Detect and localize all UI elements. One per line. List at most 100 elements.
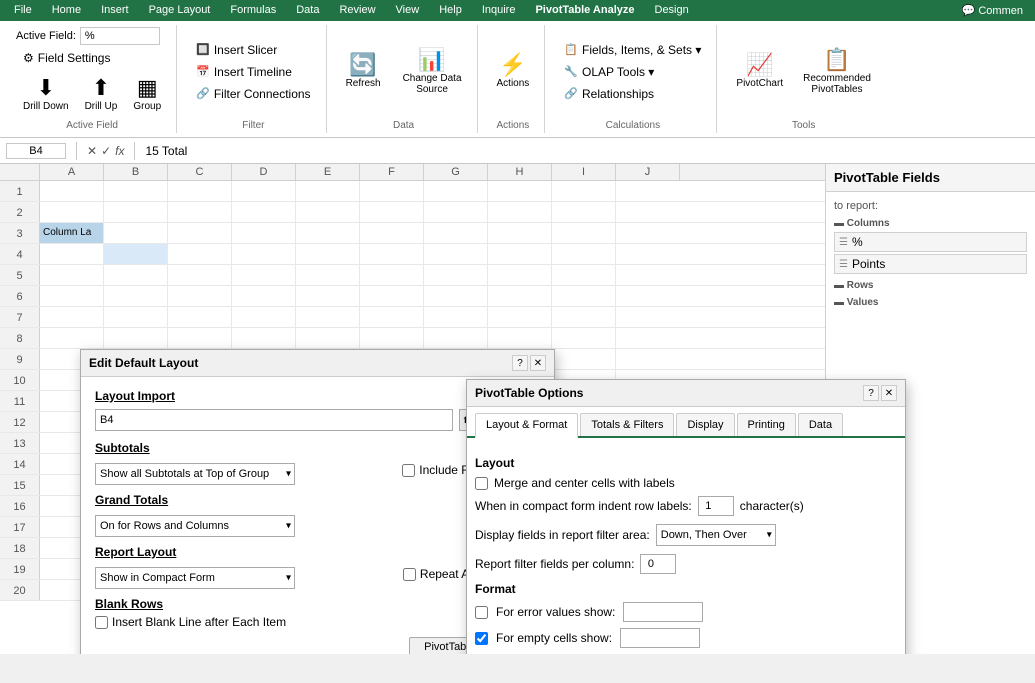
cell-f4[interactable]: [360, 244, 424, 264]
tab-page-layout[interactable]: Page Layout: [139, 0, 221, 21]
cell-a5[interactable]: [40, 265, 104, 285]
cell-d2[interactable]: [232, 202, 296, 222]
cell-d1[interactable]: [232, 181, 296, 201]
olap-tools-btn[interactable]: 🔧 OLAP Tools ▾: [557, 62, 708, 82]
cell-f5[interactable]: [360, 265, 424, 285]
cell-d4[interactable]: [232, 244, 296, 264]
cell-e8[interactable]: [296, 328, 360, 348]
change-data-source-btn[interactable]: 📊 Change DataSource: [396, 45, 469, 99]
tab-help[interactable]: Help: [429, 0, 472, 21]
cell-d5[interactable]: [232, 265, 296, 285]
pivottable-options-close-btn[interactable]: ✕: [881, 385, 897, 401]
cell-f7[interactable]: [360, 307, 424, 327]
cell-c4[interactable]: [168, 244, 232, 264]
empty-cells-checkbox[interactable]: [475, 632, 488, 645]
cell-b3[interactable]: [104, 223, 168, 243]
drill-down-btn[interactable]: ⬇ Drill Down: [16, 73, 76, 116]
field-settings-btn[interactable]: ⚙Field Settings: [16, 48, 168, 68]
cell-c5[interactable]: [168, 265, 232, 285]
recommended-pivottables-btn[interactable]: 📋 RecommendedPivotTables: [796, 45, 878, 99]
cell-a2[interactable]: [40, 202, 104, 222]
tab-formulas[interactable]: Formulas: [220, 0, 286, 21]
include-filtered-items-checkbox[interactable]: [402, 464, 415, 477]
active-field-input[interactable]: [80, 27, 160, 45]
cell-i5[interactable]: [552, 265, 616, 285]
tab-inquire[interactable]: Inquire: [472, 0, 526, 21]
tab-insert[interactable]: Insert: [91, 0, 139, 21]
columns-item-points[interactable]: ☰ Points: [834, 254, 1027, 274]
cell-a6[interactable]: [40, 286, 104, 306]
cell-b2[interactable]: [104, 202, 168, 222]
tab-view[interactable]: View: [386, 0, 430, 21]
cell-e4[interactable]: [296, 244, 360, 264]
cell-c8[interactable]: [168, 328, 232, 348]
tab-display[interactable]: Display: [676, 413, 734, 436]
tab-pivottable-analyze[interactable]: PivotTable Analyze: [525, 0, 644, 21]
cell-f3[interactable]: [360, 223, 424, 243]
cell-g6[interactable]: [424, 286, 488, 306]
comment-btn[interactable]: 💬 Commen: [954, 0, 1031, 21]
cell-f6[interactable]: [360, 286, 424, 306]
tab-data[interactable]: Data: [798, 413, 843, 436]
cell-e1[interactable]: [296, 181, 360, 201]
error-values-checkbox[interactable]: [475, 606, 488, 619]
cell-b4[interactable]: [104, 244, 168, 264]
tab-home[interactable]: Home: [42, 0, 91, 21]
cell-g2[interactable]: [424, 202, 488, 222]
tab-review[interactable]: Review: [329, 0, 385, 21]
merge-center-checkbox[interactable]: [475, 477, 488, 490]
cell-b7[interactable]: [104, 307, 168, 327]
cell-e6[interactable]: [296, 286, 360, 306]
tab-totals-filters[interactable]: Totals & Filters: [580, 413, 674, 436]
cell-i4[interactable]: [552, 244, 616, 264]
indent-input[interactable]: 1: [698, 496, 734, 516]
insert-blank-line-checkbox[interactable]: [95, 616, 108, 629]
cell-e7[interactable]: [296, 307, 360, 327]
cell-h4[interactable]: [488, 244, 552, 264]
tab-file[interactable]: File: [4, 0, 42, 21]
tab-printing[interactable]: Printing: [737, 413, 796, 436]
pivottable-options-help-btn[interactable]: ?: [863, 385, 879, 401]
cell-i7[interactable]: [552, 307, 616, 327]
cell-f8[interactable]: [360, 328, 424, 348]
report-layout-select[interactable]: Show in Compact Form Show in Outline For…: [95, 567, 295, 589]
cell-c2[interactable]: [168, 202, 232, 222]
display-fields-select[interactable]: Down, Then Over Over, Then Down: [656, 524, 776, 546]
cell-c7[interactable]: [168, 307, 232, 327]
pivot-chart-btn[interactable]: 📈 PivotChart: [729, 50, 790, 93]
cell-b5[interactable]: [104, 265, 168, 285]
cell-a3[interactable]: Column La: [40, 223, 104, 243]
cell-f2[interactable]: [360, 202, 424, 222]
cell-h2[interactable]: [488, 202, 552, 222]
relationships-btn[interactable]: 🔗 Relationships: [557, 84, 708, 104]
drill-up-btn[interactable]: ⬆ Drill Up: [78, 73, 125, 116]
cell-e5[interactable]: [296, 265, 360, 285]
cell-i8[interactable]: [552, 328, 616, 348]
cell-d3[interactable]: [232, 223, 296, 243]
cell-d8[interactable]: [232, 328, 296, 348]
cell-h7[interactable]: [488, 307, 552, 327]
edit-default-layout-close-btn[interactable]: ✕: [530, 355, 546, 371]
empty-cells-input[interactable]: [620, 628, 700, 648]
cell-b6[interactable]: [104, 286, 168, 306]
cell-g5[interactable]: [424, 265, 488, 285]
cell-g3[interactable]: [424, 223, 488, 243]
cell-i1[interactable]: [552, 181, 616, 201]
cell-h8[interactable]: [488, 328, 552, 348]
cell-c3[interactable]: [168, 223, 232, 243]
refresh-btn[interactable]: 🔄 Refresh: [339, 50, 388, 93]
cell-c6[interactable]: [168, 286, 232, 306]
columns-item-percent[interactable]: ☰ %: [834, 232, 1027, 252]
tab-data[interactable]: Data: [286, 0, 329, 21]
fields-items-sets-btn[interactable]: 📋 Fields, Items, & Sets ▾: [557, 40, 708, 60]
tab-design[interactable]: Design: [645, 0, 699, 21]
cell-g8[interactable]: [424, 328, 488, 348]
cell-g7[interactable]: [424, 307, 488, 327]
cell-e3[interactable]: [296, 223, 360, 243]
repeat-all-item-labels-checkbox[interactable]: [403, 568, 416, 581]
subtotals-select[interactable]: Show all Subtotals at Top of Group Show …: [95, 463, 295, 485]
tab-layout-format[interactable]: Layout & Format: [475, 413, 578, 438]
cell-h6[interactable]: [488, 286, 552, 306]
cell-g1[interactable]: [424, 181, 488, 201]
cell-b1[interactable]: [104, 181, 168, 201]
